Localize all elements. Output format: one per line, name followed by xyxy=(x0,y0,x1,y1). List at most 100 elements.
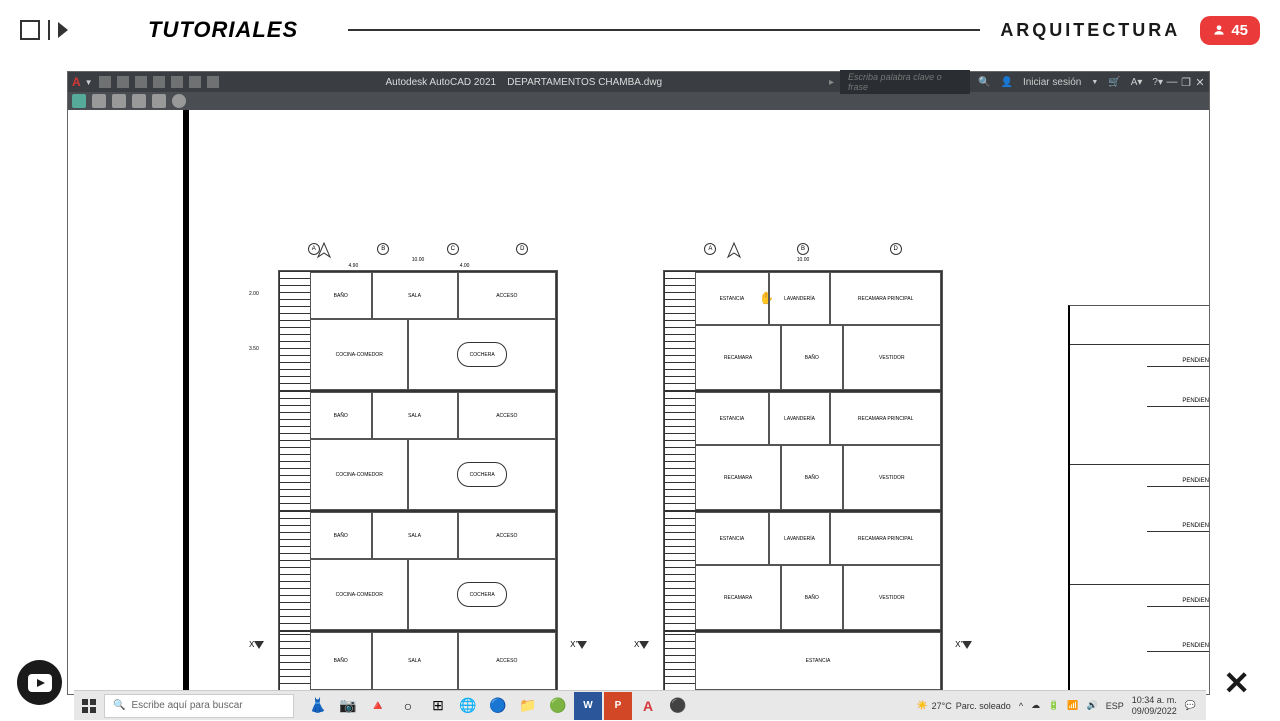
taskbar-right: ☀️ 27°C Parc. soleado ^ ☁ 🔋 📶 🔊 ESP 10:3… xyxy=(916,695,1206,717)
overlay-left-icons xyxy=(20,20,68,40)
word-icon[interactable]: W xyxy=(574,692,602,720)
user-icon[interactable]: 👤 xyxy=(1001,77,1013,88)
search-icon[interactable]: 🔍 xyxy=(978,77,990,88)
autocad-logo-icon: A xyxy=(72,75,81,89)
room-bano: BAÑO xyxy=(310,632,372,690)
dim-w1: 4.90 xyxy=(349,263,359,269)
drawing-canvas[interactable]: A B C D 10.00 4.90 4.00 BAÑO SALA ACCESO xyxy=(68,110,1209,694)
axis-markers-top: A B D xyxy=(664,243,942,255)
tag-icon xyxy=(58,22,68,38)
new-icon[interactable] xyxy=(99,76,111,88)
start-button[interactable] xyxy=(74,691,104,721)
obs-icon[interactable]: ⚫ xyxy=(664,692,692,720)
dashboard-icon[interactable]: 🔵 xyxy=(484,692,512,720)
room-vestidor: VESTIDOR xyxy=(843,325,941,390)
room-bano: BAÑO xyxy=(310,392,372,439)
room-estancia: ESTANCIA xyxy=(695,512,769,565)
unit-row: ESTANCIA LAVANDERÍA RECAMARA PRINCIPAL R… xyxy=(664,391,942,511)
north-arrow-icon xyxy=(314,241,334,261)
app-pinned-3[interactable]: 🔺 xyxy=(364,692,392,720)
tray-chevron-icon[interactable]: ^ xyxy=(1019,701,1023,711)
login-button[interactable]: Iniciar sesión xyxy=(1023,77,1081,88)
video-overlay-header: TUTORIALES ARQUITECTURA 45 xyxy=(0,0,1280,60)
box-icon xyxy=(20,20,40,40)
open-icon[interactable] xyxy=(117,76,129,88)
wifi-icon[interactable]: 📶 xyxy=(1067,700,1078,711)
autocad-view-toolbar xyxy=(68,92,1209,110)
chrome-icon[interactable]: 🟢 xyxy=(544,692,572,720)
unit-row: BAÑO SALA ACCESO COCINA-COMEDOR COCHERA xyxy=(279,391,557,511)
room-sala: SALA xyxy=(372,632,458,690)
room-estancia: ESTANCIA xyxy=(695,272,769,325)
maximize-button[interactable]: ❐ xyxy=(1181,77,1191,87)
app-pinned-1[interactable]: 👗 xyxy=(304,692,332,720)
play-icon[interactable]: ▸ xyxy=(829,77,834,88)
room-recamara-p: RECAMARA PRINCIPAL xyxy=(830,272,941,325)
room-cochera: COCHERA xyxy=(408,559,556,630)
room-acceso: ACCESO xyxy=(458,272,556,319)
dropdown-icon[interactable]: ▼ xyxy=(85,78,93,87)
powerpoint-icon[interactable]: P xyxy=(604,692,632,720)
plot-icon[interactable] xyxy=(171,76,183,88)
app-icon[interactable]: A▾ xyxy=(1131,77,1143,88)
room-cocina: COCINA-COMEDOR xyxy=(310,319,408,390)
room-recamara: RECAMARA xyxy=(695,325,781,390)
search-input[interactable]: Escriba palabra clave o frase xyxy=(840,70,970,94)
notifications-icon[interactable]: 💬 xyxy=(1185,700,1196,711)
help-icon[interactable]: ?▾ xyxy=(1152,77,1163,88)
save-icon[interactable] xyxy=(135,76,147,88)
room-recamara-p: RECAMARA PRINCIPAL xyxy=(830,392,941,445)
explorer-icon[interactable]: 📁 xyxy=(514,692,542,720)
overlay-close-button[interactable]: ✕ xyxy=(1223,664,1250,702)
room-acceso: ACCESO xyxy=(458,632,556,690)
autocad-taskbar-icon[interactable]: A xyxy=(634,692,662,720)
clock[interactable]: 10:34 a. m. 09/09/2022 xyxy=(1132,695,1177,717)
zoom-icon[interactable] xyxy=(112,94,126,108)
weather-widget[interactable]: ☀️ 27°C Parc. soleado xyxy=(916,700,1010,711)
room-lavanderia: LAVANDERÍA xyxy=(769,392,831,445)
floorplan-roof: PENDIENTE 2% PENDIENTE 2% PENDIENTE 2% P… xyxy=(1068,305,1209,694)
pan-icon[interactable] xyxy=(92,94,106,108)
zoom-window-icon[interactable] xyxy=(132,94,146,108)
volume-icon[interactable]: 🔊 xyxy=(1087,700,1098,711)
cart-icon[interactable]: 🛒 xyxy=(1108,77,1120,88)
lang-indicator[interactable]: ESP xyxy=(1106,701,1124,711)
weather-temp: 27°C xyxy=(932,701,952,711)
room-bano2: BAÑO xyxy=(781,445,843,510)
close-button[interactable]: ✕ xyxy=(1195,77,1205,87)
viewer-count-badge: 45 xyxy=(1200,16,1260,45)
app-pinned-2[interactable]: 📷 xyxy=(334,692,362,720)
close-preview-icon[interactable] xyxy=(172,94,186,108)
stairs xyxy=(665,512,695,630)
axis-b2: B xyxy=(797,243,809,255)
titlebar-right: 🔍 👤 Iniciar sesión ▼ 🛒 A▾ ?▾ xyxy=(978,77,1163,88)
undo-icon[interactable] xyxy=(189,76,201,88)
stairs xyxy=(665,392,695,510)
room-recamara: RECAMARA xyxy=(695,445,781,510)
login-dropdown-icon[interactable]: ▼ xyxy=(1091,79,1098,86)
edge-icon[interactable]: 🌐 xyxy=(454,692,482,720)
onedrive-icon[interactable]: ☁ xyxy=(1031,700,1040,711)
floorplan-ground: A B C D 10.00 4.90 4.00 BAÑO SALA ACCESO xyxy=(278,270,558,694)
cortana-icon[interactable]: ○ xyxy=(394,692,422,720)
saveas-icon[interactable] xyxy=(153,76,165,88)
search-icon: 🔍 xyxy=(113,700,125,711)
youtube-button[interactable] xyxy=(17,660,62,705)
windows-icon xyxy=(82,699,96,713)
time: 10:34 a. m. xyxy=(1132,695,1177,706)
zoom-prev-icon[interactable] xyxy=(152,94,166,108)
taskview-icon[interactable]: ⊞ xyxy=(424,692,452,720)
autocad-titlebar: A ▼ Autodesk AutoCAD 2021 DEPARTAMENTOS … xyxy=(68,72,1209,92)
minimize-button[interactable]: — xyxy=(1167,77,1177,87)
unit-row-partial: ESTANCIA xyxy=(664,631,942,691)
redo-icon[interactable] xyxy=(207,76,219,88)
axis-d: D xyxy=(516,243,528,255)
weather-desc: Parc. soleado xyxy=(956,701,1011,711)
taskbar-search[interactable]: 🔍 Escribe aquí para buscar xyxy=(104,694,294,718)
battery-icon[interactable]: 🔋 xyxy=(1048,700,1059,711)
stairs xyxy=(665,272,695,390)
arquitectura-label: ARQUITECTURA xyxy=(1000,20,1180,41)
dim-h1: 2.00 xyxy=(249,291,259,297)
print-icon[interactable] xyxy=(72,94,86,108)
room-estancia: ESTANCIA xyxy=(695,632,941,690)
